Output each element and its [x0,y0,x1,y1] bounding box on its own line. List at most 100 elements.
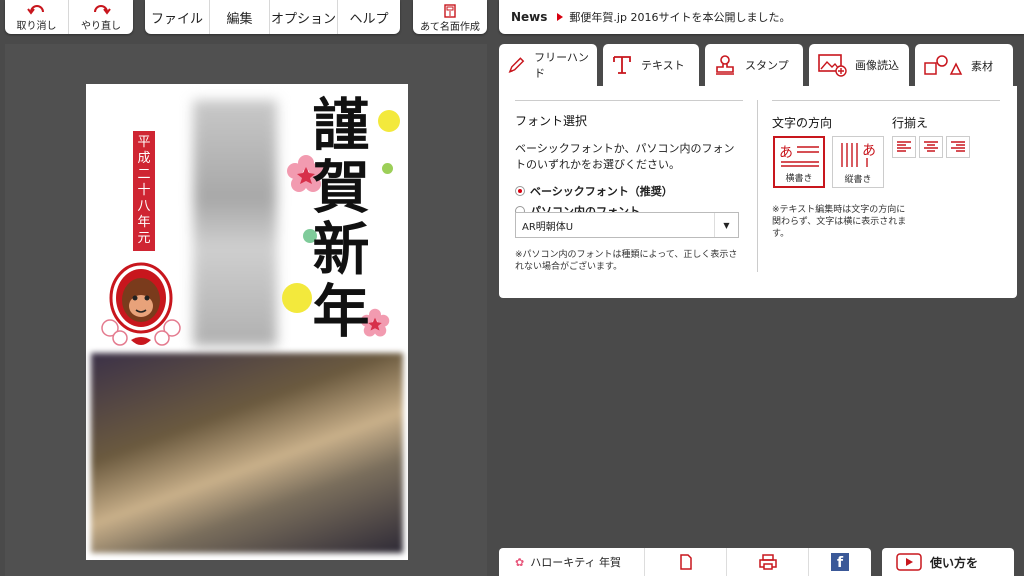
date-char: 年 [137,215,151,230]
greeting-char-4: 年 [312,278,370,345]
news-arrow-icon [557,13,564,21]
menu-file[interactable]: ファイル [145,0,210,34]
tab-text[interactable]: テキスト [603,44,699,86]
green-dot-1 [382,163,393,174]
align-center-icon [924,141,938,152]
font-note: ※パソコン内のフォントは種類によって、正しく表示されない場合がございます。 [515,250,738,272]
font-dropdown-value: AR明朝体U [522,221,574,233]
divider [772,100,1000,101]
date-char: 平 [137,135,151,150]
monkey-stamp-illustration[interactable] [98,258,184,352]
font-select-section: フォント選択 ベーシックフォントか、パソコン内のフォントのいずれかをお選びくださ… [515,112,743,219]
undo-button[interactable]: 取り消し [5,0,69,34]
chevron-down-icon: ▼ [714,213,738,237]
radio-checked-icon [515,186,525,196]
align-left-button[interactable] [892,136,916,158]
radio-basic-font[interactable]: ベーシックフォント（推奨） [515,183,743,199]
menu-help[interactable]: ヘルプ [338,0,400,34]
hellokitty-button[interactable]: ✿ ハローキティ 年賀 [499,548,645,576]
tool-tabs: フリーハンド テキスト スタンプ 画像読込 素材 [499,44,1017,88]
facebook-icon: f [831,553,849,571]
greeting-char-2: 賀 [312,154,370,221]
tab-materials[interactable]: 素材 [915,44,1013,88]
play-icon [896,553,922,571]
stamp-icon [716,55,734,75]
text-settings-panel: フォント選択 ベーシックフォントか、パソコン内のフォントのいずれかをお選びくださ… [499,86,1017,298]
how-to-button[interactable]: 使い方を [882,548,1014,576]
align-title: 行揃え [892,116,929,130]
shapes-icon [924,55,963,75]
tab-stamp-label: スタンプ [745,59,789,72]
tab-image-import[interactable]: 画像読込 [809,44,909,86]
svg-text:あ: あ [779,145,793,161]
news-link[interactable]: 郵便年賀.jp 2016サイトを本公開しました。 [569,9,790,25]
direction-title: 文字の方向 [772,116,833,130]
vertical-writing-button[interactable]: あ 縦書き [832,136,884,188]
align-center-button[interactable] [919,136,943,158]
vertical-divider [757,100,758,272]
tab-image-label: 画像読込 [855,59,899,72]
bottom-action-bar: ✿ ハローキティ 年賀 f [499,548,871,576]
bow-icon: ✿ [515,555,525,569]
address-side-button[interactable]: あて名面作成 [413,0,487,34]
vertical-label: 縦書き [844,175,872,185]
document-icon [679,554,692,570]
news-label: News [511,10,548,24]
hellokitty-label: ハローキティ 年賀 [530,556,622,569]
horizontal-writing-button[interactable]: あ 横書き [773,136,825,188]
align-right-icon [951,141,965,152]
undo-icon [26,5,44,15]
date-label[interactable]: 平 成 二 十 八 年 元 [133,131,155,251]
yellow-dot-1 [378,110,400,132]
align-section-title: 行揃え [892,112,928,131]
date-char: 二 [137,167,151,182]
pencil-icon [508,57,525,73]
document-button[interactable] [645,548,727,576]
redo-icon [94,5,111,15]
font-dropdown[interactable]: AR明朝体U ▼ [515,212,739,238]
greeting-char-3: 新 [312,216,370,283]
redo-button[interactable]: やり直し [69,0,133,34]
image-add-icon [818,54,847,77]
vertical-writing-icon: あ [841,143,876,167]
greeting-text[interactable]: 謹 賀 新 年 [306,95,376,343]
undo-redo-group: 取り消し やり直し [5,0,133,34]
direction-note: ※テキスト編集時は文字の方向に関わらず、文字は横に表示されます。 [772,205,907,239]
date-char: 八 [137,199,151,214]
how-to-label: 使い方を [930,555,979,570]
divider [515,100,743,101]
date-char: 十 [137,183,151,198]
menu-edit[interactable]: 編集 [210,0,270,34]
news-bar: News 郵便年賀.jp 2016サイトを本公開しました。 [499,0,1024,34]
tab-freehand[interactable]: フリーハンド [499,44,597,86]
greeting-char-1: 謹 [312,92,370,159]
redo-label: やり直し [81,21,121,32]
address-label: あて名面作成 [420,21,480,33]
main-menu: ファイル 編集 オプション ヘルプ [145,0,400,34]
blurred-address-text [193,100,277,346]
date-char: 成 [137,151,151,166]
svg-text:あ: あ [862,143,876,159]
align-left-icon [897,141,911,152]
address-card-icon [444,3,456,18]
tab-stamp[interactable]: スタンプ [705,44,803,86]
date-char: 元 [137,231,151,246]
tab-materials-label: 素材 [971,60,993,73]
horizontal-label: 横書き [785,174,813,184]
radio-basic-label: ベーシックフォント（推奨） [530,185,673,198]
menu-options[interactable]: オプション [270,0,338,34]
align-right-button[interactable] [946,136,970,158]
print-button[interactable] [727,548,809,576]
blurred-photo[interactable] [91,353,403,553]
printer-icon [758,554,777,570]
tab-text-label: テキスト [641,59,685,72]
horizontal-writing-icon: あ [779,145,819,167]
address-group: あて名面作成 [413,0,487,34]
undo-label: 取り消し [16,21,57,32]
text-t-icon [613,56,631,74]
facebook-button[interactable]: f [809,548,871,576]
font-section-title: フォント選択 [515,114,588,128]
tab-freehand-label: フリーハンド [534,51,589,80]
direction-section-title: 文字の方向 [772,112,832,131]
font-description: ベーシックフォントか、パソコン内のフォントのいずれかをお選びください。 [515,142,735,171]
